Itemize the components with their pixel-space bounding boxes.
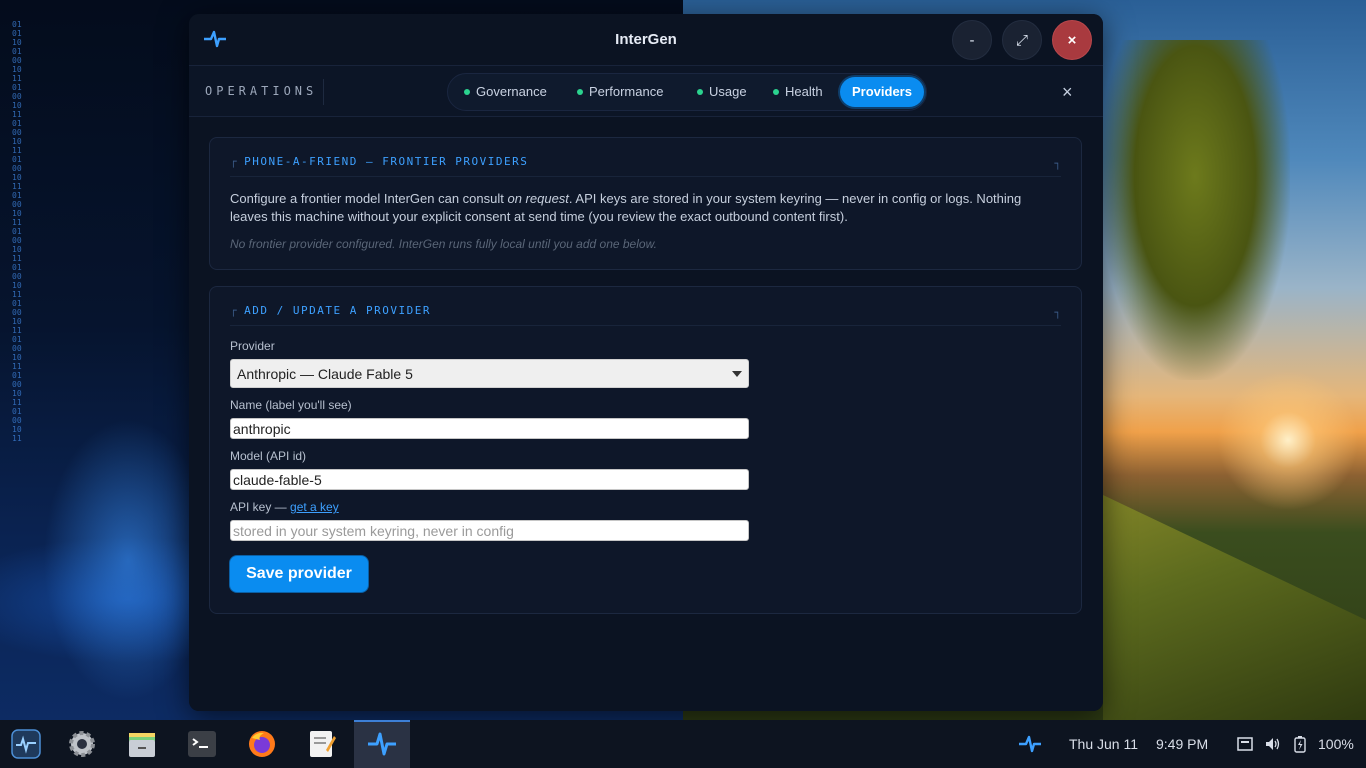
wallpaper-code-rain: 0101100100101101001011010010110100101101… — [12, 20, 22, 443]
tab-label: Usage — [709, 84, 747, 99]
battery-percent: 100% — [1318, 736, 1354, 752]
tab-providers[interactable]: Providers — [840, 77, 924, 107]
tab-governance[interactable]: Governance — [464, 74, 547, 110]
minimize-button[interactable]: - — [952, 20, 992, 60]
firefox-icon[interactable] — [246, 728, 278, 760]
volume-icon[interactable] — [1264, 736, 1282, 752]
apikey-label: API key — get a key — [230, 500, 339, 514]
app-window: InterGen - ⤢ × OPERATIONS Governance Per… — [189, 14, 1103, 711]
settings-gear-icon[interactable] — [66, 728, 98, 760]
model-label: Model (API id) — [230, 449, 307, 463]
tab-usage[interactable]: Usage — [697, 74, 747, 110]
divider — [230, 176, 1061, 177]
main-content: ┌ PHONE-A-FRIEND — FRONTIER PROVIDERS ┐ C… — [189, 117, 1103, 711]
maximize-button[interactable]: ⤢ — [1002, 20, 1042, 60]
activity-monitor-icon[interactable] — [10, 728, 42, 760]
status-dot-icon — [577, 88, 583, 95]
apikey-input[interactable] — [230, 520, 749, 541]
files-icon[interactable] — [126, 728, 158, 760]
close-panel-icon[interactable]: × — [1062, 82, 1073, 103]
provider-select-value: Anthropic — Claude Fable 5 — [237, 366, 413, 382]
intergen-tray-icon[interactable] — [1018, 734, 1042, 754]
save-provider-button[interactable]: Save provider — [230, 556, 368, 592]
add-provider-card: ┌ ADD / UPDATE A PROVIDER ┐ Provider Anth… — [209, 286, 1082, 614]
card-heading: ┌ ADD / UPDATE A PROVIDER — [230, 304, 431, 317]
taskbar: Thu Jun 11 9:49 PM 100% — [0, 720, 1366, 768]
status-dot-icon — [464, 88, 470, 95]
model-input[interactable] — [230, 469, 749, 490]
network-icon[interactable] — [1237, 736, 1253, 752]
apikey-label-text: API key — — [230, 500, 291, 514]
tray-date[interactable]: Thu Jun 11 — [1069, 736, 1138, 752]
get-key-link[interactable]: get a key — [290, 500, 339, 514]
name-label: Name (label you'll see) — [230, 398, 352, 412]
tab-performance[interactable]: Performance — [577, 74, 663, 110]
close-window-button[interactable]: × — [1052, 20, 1092, 60]
frontier-providers-card: ┌ PHONE-A-FRIEND — FRONTIER PROVIDERS ┐ C… — [209, 137, 1082, 270]
chevron-down-icon — [732, 371, 742, 377]
status-dot-icon — [697, 88, 703, 95]
card-description: Configure a frontier model InterGen can … — [230, 190, 1050, 226]
tab-bar: Governance Performance Usage Health Prov… — [447, 73, 927, 111]
card-heading: ┌ PHONE-A-FRIEND — FRONTIER PROVIDERS — [230, 155, 529, 168]
intergen-pulse-icon[interactable] — [366, 728, 398, 760]
battery-icon[interactable] — [1294, 735, 1306, 753]
terminal-icon[interactable] — [186, 728, 218, 760]
desc-text: Configure a frontier model InterGen can … — [230, 191, 508, 206]
provider-select[interactable]: Anthropic — Claude Fable 5 — [230, 359, 749, 388]
card-heading-text: PHONE-A-FRIEND — FRONTIER PROVIDERS — [244, 155, 529, 168]
tab-label: Health — [785, 84, 823, 99]
tab-health[interactable]: Health — [773, 74, 823, 110]
status-dot-icon — [773, 88, 779, 95]
title-bar[interactable]: InterGen - ⤢ × — [189, 14, 1103, 65]
provider-label: Provider — [230, 339, 275, 353]
name-input[interactable] — [230, 418, 749, 439]
operations-navbar: OPERATIONS Governance Performance Usage … — [189, 65, 1103, 117]
empty-state-note: No frontier provider configured. InterGe… — [230, 237, 657, 251]
corner-bracket-icon: ┐ — [1054, 157, 1061, 170]
tab-label: Governance — [476, 84, 547, 99]
divider — [323, 79, 324, 105]
text-editor-icon[interactable] — [306, 728, 338, 760]
divider — [230, 325, 1061, 326]
tab-label: Performance — [589, 84, 664, 99]
tray-clock[interactable]: 9:49 PM — [1156, 736, 1208, 752]
section-label: OPERATIONS — [205, 84, 318, 98]
card-heading-text: ADD / UPDATE A PROVIDER — [244, 304, 431, 317]
desc-emphasis: on request — [507, 191, 569, 206]
wallpaper-tree — [1100, 40, 1290, 380]
corner-bracket-icon: ┐ — [1054, 306, 1061, 319]
